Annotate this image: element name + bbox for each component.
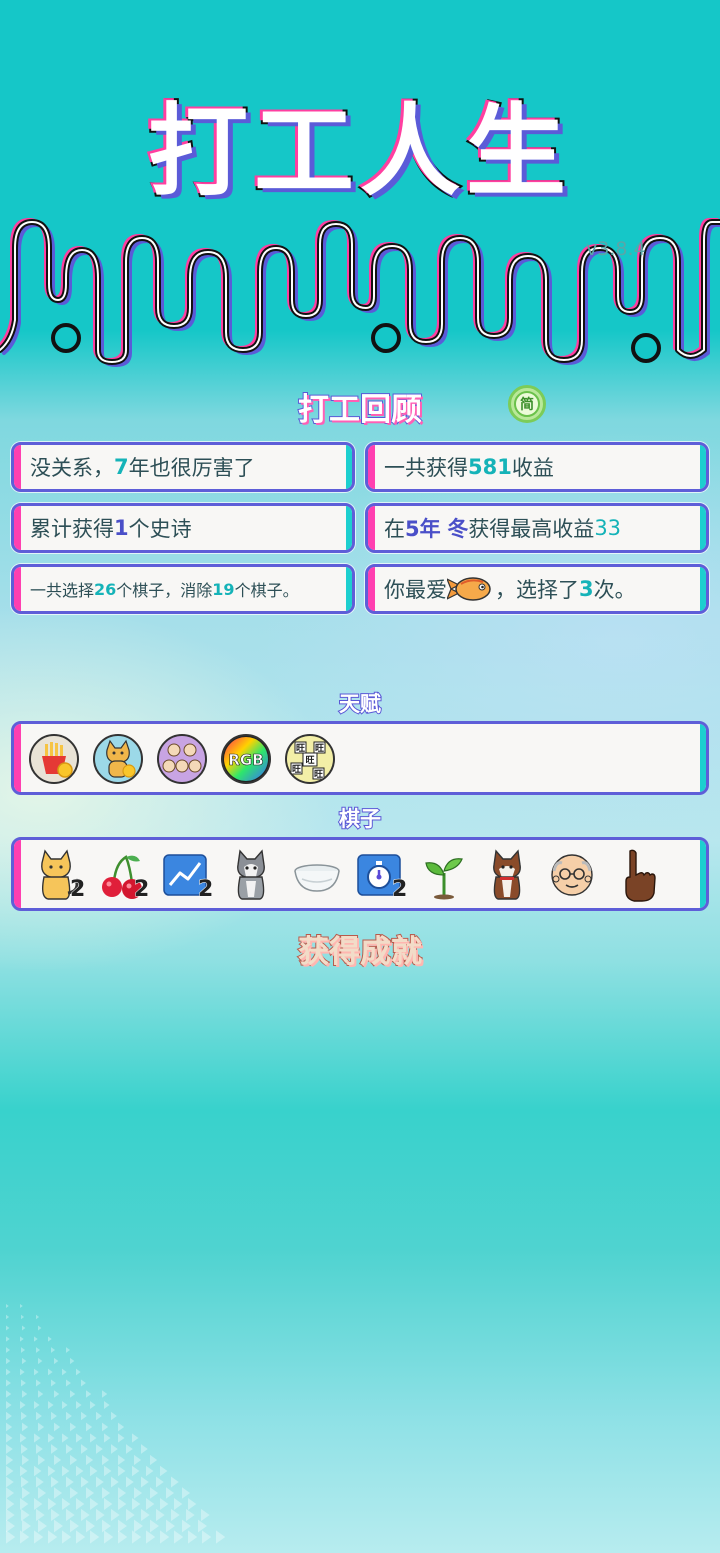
svg-text:旺: 旺 (292, 764, 301, 775)
language-toggle-label: 简 (514, 391, 540, 417)
review-card-pieces-stats: 一共选择 26 个棋子，消除 19 个棋子。 (11, 564, 355, 614)
old-man-icon[interactable] (546, 847, 600, 903)
talents-title: 天赋 (338, 691, 382, 717)
cat-count: 2 (69, 877, 86, 903)
pieces-title: 棋子 (338, 806, 382, 832)
review-card-years: 没关系， 7 年也很厉害了 (11, 442, 355, 492)
decorative-pattern (6, 1304, 226, 1544)
talents-strip: RGB 旺 旺 旺 旺 旺 (11, 721, 709, 795)
rgb-icon[interactable]: RGB (221, 734, 271, 784)
review-card-total-income: 一共获得 581 收益 (365, 442, 709, 492)
sprout-icon[interactable] (418, 847, 472, 903)
hamsters-icon[interactable] (157, 734, 207, 784)
svg-text:旺: 旺 (315, 743, 324, 754)
achievements-title: 获得成就 (297, 933, 423, 971)
review-title: 打工回顾 (297, 391, 423, 429)
stock-chart-count: 2 (197, 877, 214, 903)
bowl-icon[interactable] (290, 847, 344, 903)
french-fries-coin-icon[interactable] (29, 734, 79, 784)
language-toggle-button[interactable]: 简 (508, 385, 546, 423)
review-card-favorite: 你最爱 ，选择了 3 次。 (365, 564, 709, 614)
svg-text:旺: 旺 (305, 755, 314, 766)
svg-text:旺: 旺 (296, 743, 305, 754)
shiba-dog-icon[interactable] (482, 847, 536, 903)
game-title: 打工人生 (146, 91, 572, 212)
cat-coin-icon[interactable] (93, 734, 143, 784)
version-label: v3.8.4 (586, 238, 646, 260)
review-card-epic-count: 累计获得 1 个史诗 (11, 503, 355, 553)
wang-tiles-icon[interactable]: 旺 旺 旺 旺 旺 (285, 734, 335, 784)
svg-text:旺: 旺 (314, 769, 323, 780)
cherry-count: 2 (133, 877, 150, 903)
husky-icon[interactable] (226, 847, 280, 903)
rgb-label: RGB (228, 751, 263, 769)
stopwatch-count: 2 (391, 877, 408, 903)
fish-icon (447, 577, 491, 601)
pointing-finger-icon[interactable] (610, 847, 664, 903)
cherry-icon[interactable]: 2 (96, 847, 150, 903)
drip-decoration (0, 218, 720, 367)
pieces-strip: 2 2 2 2 (11, 837, 709, 911)
review-card-best-season: 在 5年 冬 获得最高收益 33 (365, 503, 709, 553)
cat-icon[interactable]: 2 (32, 847, 86, 903)
stopwatch-icon[interactable]: 2 (354, 847, 408, 903)
stock-chart-icon[interactable]: 2 (160, 847, 214, 903)
